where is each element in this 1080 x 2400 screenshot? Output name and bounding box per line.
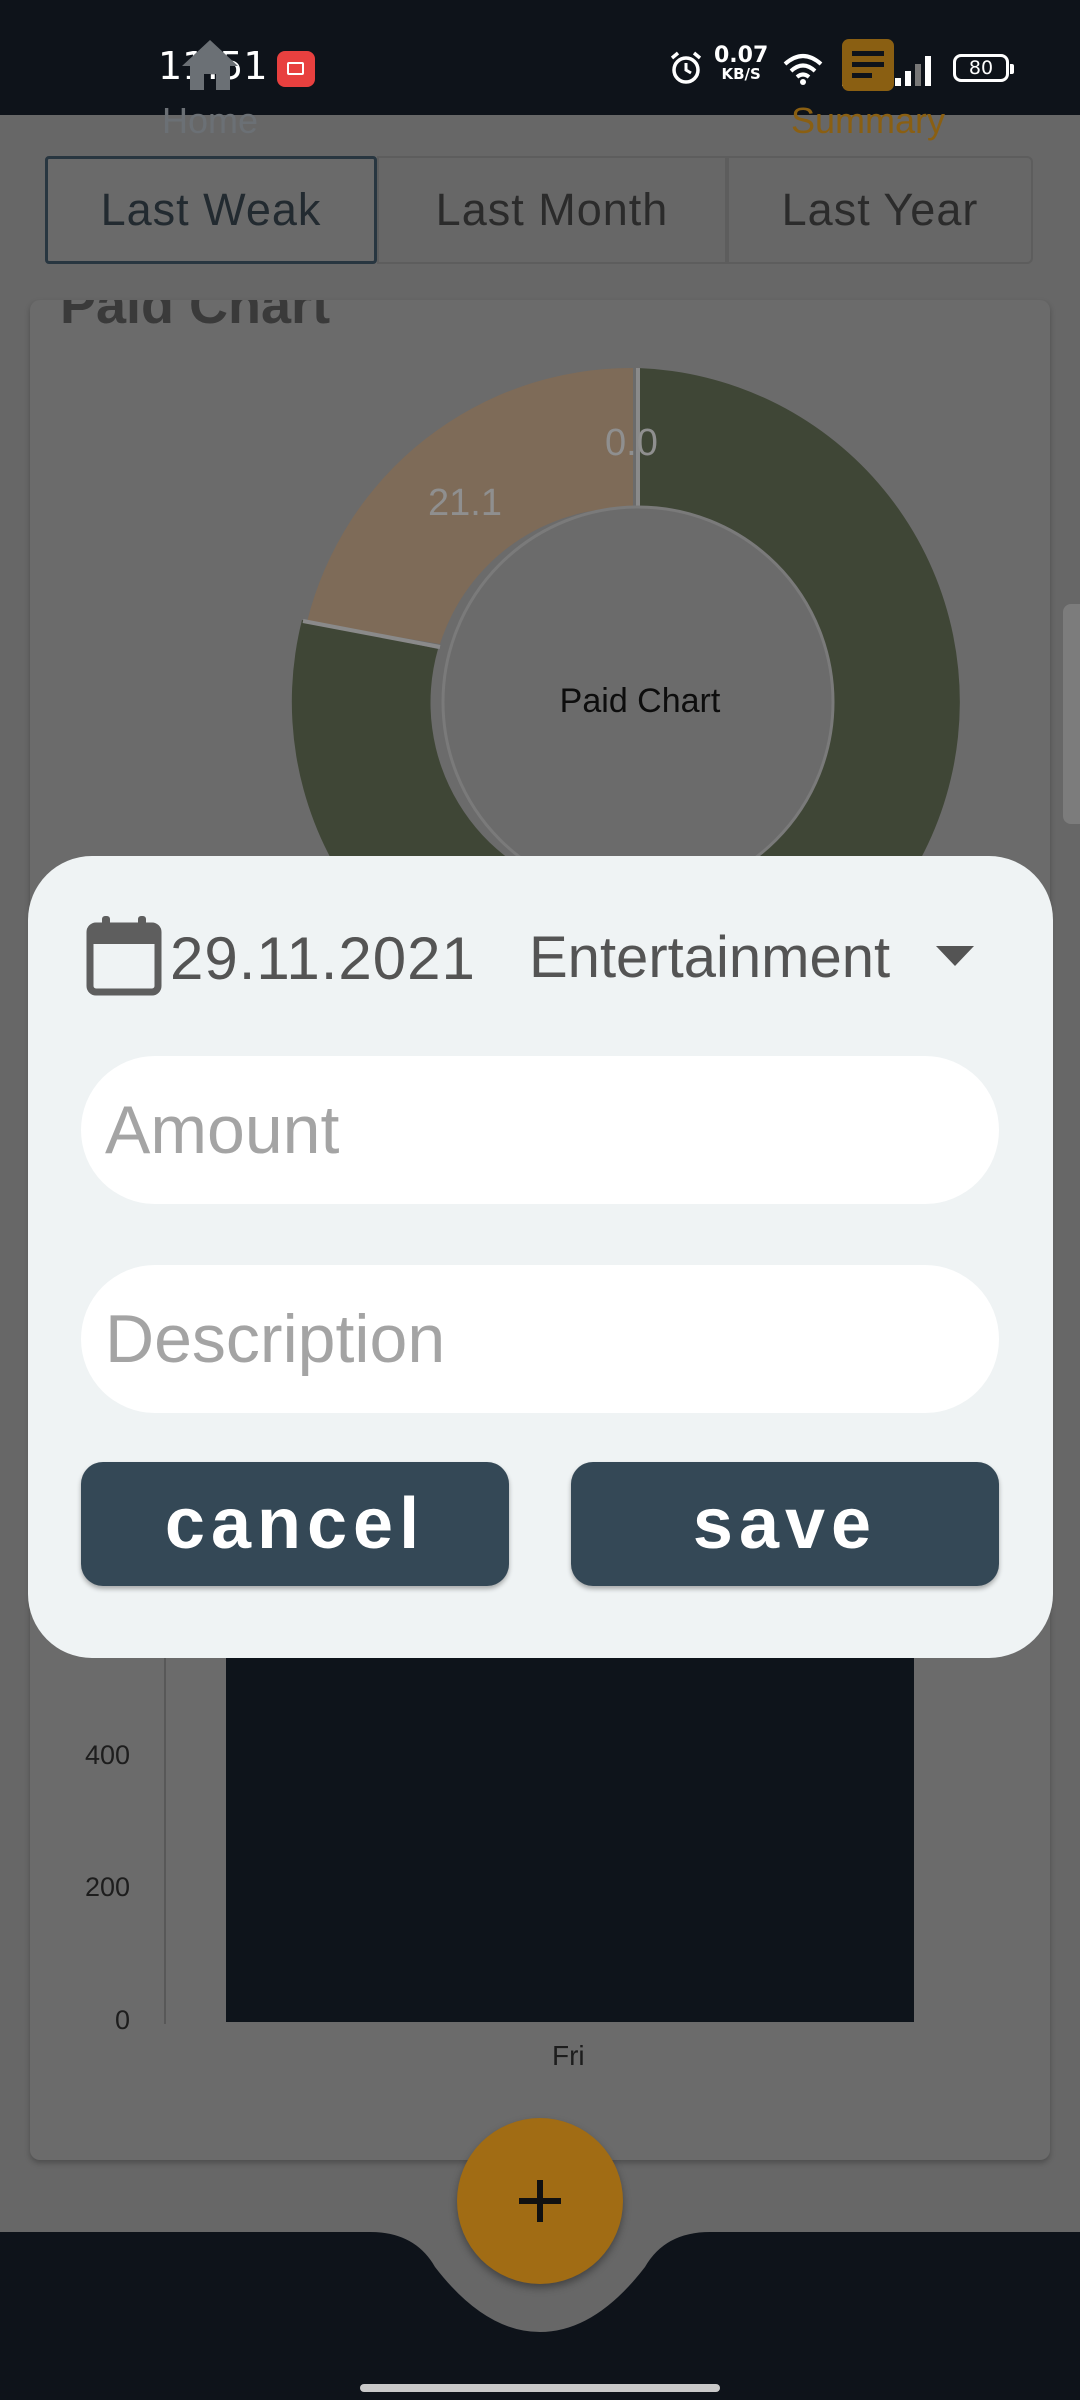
description-input[interactable] [81, 1265, 999, 1413]
home-indicator[interactable] [360, 2384, 720, 2392]
tab-last-month[interactable]: Last Month [377, 156, 727, 264]
scrollbar-thumb[interactable] [1063, 604, 1080, 824]
chevron-down-icon[interactable] [936, 946, 974, 966]
summary-icon [842, 39, 894, 91]
x-tick-fri: Fri [552, 2040, 585, 2071]
y-axis-line [164, 1650, 166, 2024]
cancel-button[interactable]: cancel [81, 1462, 509, 1586]
period-tabs: Last Weak Last Month Last Year [45, 156, 1033, 264]
nav-summary[interactable]: Summary [768, 38, 968, 142]
bar-fri [226, 1623, 914, 2022]
network-speed: 0.07 KB/S [714, 43, 769, 84]
slice-label-0: 0.0 [605, 422, 658, 464]
add-expense-dialog: 29.11.2021 Entertainment cancel save [28, 856, 1053, 1658]
category-select[interactable]: Entertainment [529, 924, 890, 991]
nav-home-label: Home [161, 100, 259, 141]
alarm-icon [670, 51, 702, 84]
tab-last-year[interactable]: Last Year [727, 156, 1033, 264]
add-button[interactable] [457, 2118, 623, 2284]
home-icon [182, 40, 238, 90]
nav-summary-label: Summary [790, 100, 946, 141]
y-tick-200: 200 [84, 1872, 130, 1902]
tab-last-weak[interactable]: Last Weak [45, 156, 377, 264]
save-button[interactable]: save [571, 1462, 999, 1586]
screen-record-icon [277, 51, 315, 87]
network-speed-unit: KB/S [721, 65, 761, 83]
calendar-icon[interactable] [86, 914, 162, 996]
y-tick-0: 0 [114, 2005, 130, 2035]
network-speed-value: 0.07 [714, 43, 769, 68]
slice-label-1: 21.1 [428, 482, 502, 524]
amount-input[interactable] [81, 1056, 999, 1204]
nav-home[interactable]: Home [140, 38, 280, 142]
plus-icon [519, 2180, 561, 2222]
y-tick-400: 400 [84, 1740, 130, 1770]
donut-center-label: Paid Chart [559, 682, 721, 720]
date-value[interactable]: 29.11.2021 [170, 924, 476, 993]
